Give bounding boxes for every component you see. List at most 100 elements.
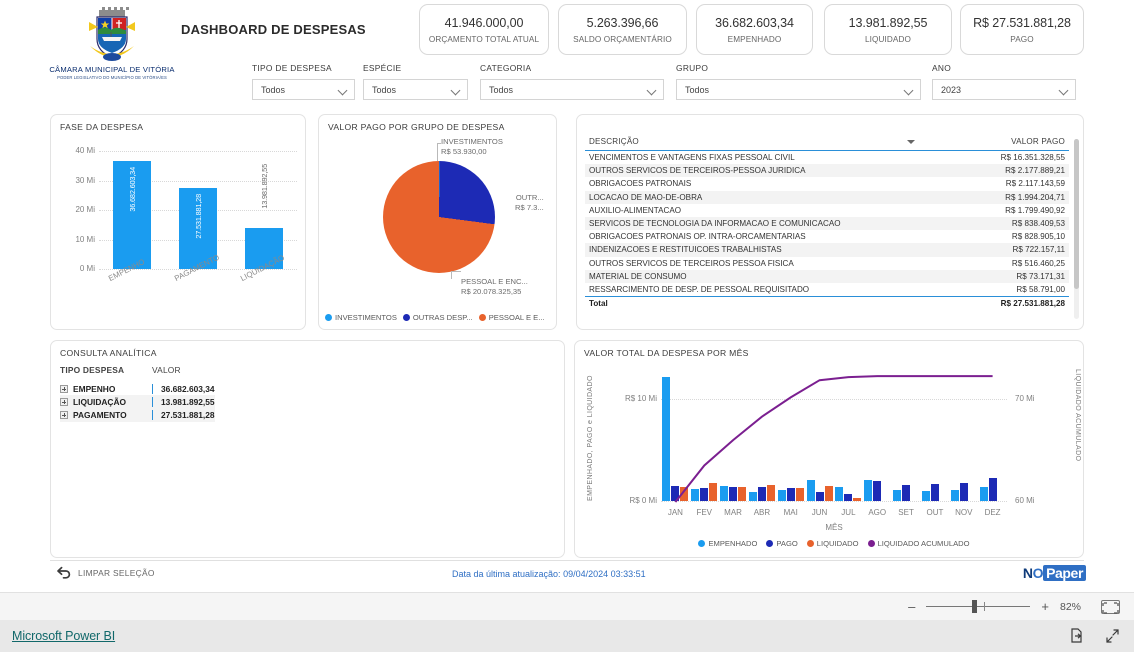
powerbi-taskbar: Microsoft Power BI (0, 620, 1134, 652)
cell-valor-pago: R$ 16.351.328,55 (1000, 153, 1065, 163)
table-row[interactable]: OUTROS SERVICOS DE TERCEIROS-PESSOA JURI… (585, 164, 1069, 178)
slicer-dropdown[interactable]: 2023 (932, 79, 1076, 100)
legend-color-dot (766, 540, 774, 547)
legend-item[interactable]: EMPENHADO (698, 539, 757, 548)
legend-item[interactable]: PESSOAL E E... (478, 313, 545, 322)
expand-plus-icon[interactable] (60, 397, 68, 406)
monthly-chart-plot: EMPENHADO, PAGO e LIQUIDADO LIQUIDADO ACU… (575, 357, 1085, 559)
table-row[interactable]: RESSARCIMENTO DE DESP. DE PESSOAL REQUIS… (585, 283, 1069, 296)
pie-slices[interactable] (383, 161, 495, 273)
kpi-label: SALDO ORÇAMENTÁRIO (573, 34, 672, 44)
pie-leader-line (451, 271, 461, 279)
legend-item[interactable]: LIQUIDADO (806, 539, 859, 548)
legend-item[interactable]: LIQUIDADO ACUMULADO (867, 539, 970, 548)
legend-item[interactable]: OUTRAS DESP... (402, 313, 473, 322)
chevron-down-icon (905, 86, 913, 94)
visual-fase-da-despesa[interactable]: FASE DA DESPESA 0 Mi 10 Mi 20 Mi 30 Mi 40 Mi… (50, 114, 306, 330)
matrix-row[interactable]: EMPENHO 36.682.603,34 (60, 382, 215, 395)
column-header-tipo-despesa[interactable]: TIPO DESPESA (60, 365, 152, 375)
table-scrollbar[interactable] (1074, 139, 1079, 319)
matrix-tipo-label: PAGAMENTO (73, 409, 127, 420)
clear-selection-button[interactable]: LIMPAR SELEÇÃO (56, 566, 155, 580)
kpi-value: R$ 27.531.881,28 (973, 15, 1071, 30)
expand-plus-icon[interactable] (60, 410, 68, 419)
table-scrollbar-thumb[interactable] (1074, 139, 1079, 289)
nopaper-logo: NO Paper (1023, 565, 1086, 581)
slicer-value: Todos (489, 84, 514, 95)
table-row[interactable]: MATERIAL DE CONSUMO R$ 73.171,31 (585, 269, 1069, 283)
table-header-row: DESCRIÇÃO VALOR PAGO (585, 137, 1069, 151)
zoom-slider-handle[interactable] (972, 600, 978, 613)
legend-item[interactable]: INVESTIMENTOS (325, 313, 397, 322)
microsoft-power-bi-link[interactable]: Microsoft Power BI (12, 629, 115, 643)
table-row[interactable]: LOCACAO DE MAO-DE-OBRA R$ 1.994.204,71 (585, 190, 1069, 204)
visual-despesas-table[interactable]: DESCRIÇÃO VALOR PAGO VENCIMENTOS E VANTA… (576, 114, 1084, 330)
report-canvas: CÂMARA MUNICIPAL DE VITÓRIA PODER LEGISL… (0, 0, 1134, 592)
cell-valor-pago: R$ 828.905,10 (1011, 232, 1065, 242)
pie-callout-outras: OUTR... R$ 7.3... (515, 193, 544, 214)
zoom-slider[interactable] (926, 600, 1031, 613)
y-axis-tick-label: 30 Mi (75, 175, 95, 185)
legend-label: EMPENHADO (708, 539, 758, 548)
table-row[interactable]: OBRIGACOES PATRONAIS R$ 2.117.143,59 (585, 177, 1069, 190)
table-row[interactable]: OBRIGACOES PATRONAIS OP. INTRA-ORCAMENTA… (585, 230, 1069, 243)
column-header-valor[interactable]: VALOR (152, 365, 181, 375)
visual-title: CONSULTA ANALÍTICA (60, 348, 157, 358)
coat-of-arms-icon (89, 7, 135, 61)
legend-color-dot (698, 540, 706, 547)
visual-consulta-analitica[interactable]: CONSULTA ANALÍTICA TIPO DESPESA VALOR EM… (50, 340, 565, 558)
zoom-level-label: 82% (1060, 600, 1082, 613)
matrix-cell-valor: 36.682.603,34 (152, 383, 215, 394)
matrix-row[interactable]: PAGAMENTO 27.531.881,28 (60, 408, 215, 422)
share-icon[interactable] (1070, 628, 1085, 644)
fit-to-page-button[interactable] (1101, 599, 1120, 614)
cell-descricao: RESSARCIMENTO DE DESP. DE PESSOAL REQUIS… (589, 284, 810, 294)
slicer-tipo-de-despesa: TIPO DE DESPESA Todos (252, 63, 355, 100)
slicer-label: TIPO DE DESPESA (252, 63, 332, 73)
matrix-body: EMPENHO 36.682.603,34 LIQUIDAÇÃO 13.981.892… (60, 382, 215, 422)
column-header-valor-pago[interactable]: VALOR PAGO (1011, 137, 1065, 146)
pie-legend: INVESTIMENTOS OUTRAS DESP... PESSOAL E E..… (325, 313, 545, 322)
legend-label: INVESTIMENTOS (335, 313, 397, 322)
slicer-dropdown[interactable]: Todos (480, 79, 664, 100)
table-row[interactable]: OUTROS SERVICOS DE TERCEIROS PESSOA FISI… (585, 257, 1069, 270)
table-total-row: Total R$ 27.531.881,28 (585, 296, 1069, 310)
bar-data-label: 36.682.603,34 (128, 166, 137, 212)
sort-descending-icon[interactable] (907, 139, 916, 144)
slicer-value: Todos (261, 84, 286, 95)
fullscreen-icon[interactable] (1105, 628, 1120, 644)
y-axis-tick-label: 40 Mi (75, 146, 95, 155)
slicer-dropdown[interactable]: Todos (676, 79, 921, 100)
slicer-dropdown[interactable]: Todos (252, 79, 355, 100)
table-row[interactable]: SERVICOS DE TECNOLOGIA DA INFORMACAO E C… (585, 216, 1069, 231)
expand-plus-icon[interactable] (60, 384, 68, 393)
cell-descricao: OUTROS SERVICOS DE TERCEIROS PESSOA FISI… (589, 258, 794, 268)
slicer-dropdown[interactable]: Todos (363, 79, 468, 100)
table-row[interactable]: INDENIZACOES E RESTITUICOES TRABALHISTAS… (585, 243, 1069, 257)
pie-chart-plot: INVESTIMENTOS R$ 53.930,00 OUTR... R$ 7.3..… (319, 131, 558, 331)
slicer-value: Todos (372, 84, 397, 95)
chevron-down-icon (339, 86, 347, 94)
kpi-value: 5.263.396,66 (586, 15, 659, 30)
pie-callout-name: INVESTIMENTOS (441, 137, 503, 146)
zoom-out-button[interactable]: – (908, 599, 915, 614)
visual-valor-pago-por-grupo[interactable]: VALOR PAGO POR GRUPO DE DESPESA INVESTIM… (318, 114, 557, 330)
kpi-label: EMPENHADO (727, 34, 782, 44)
chevron-down-icon (452, 86, 460, 94)
legend-item[interactable]: PAGO (766, 539, 798, 548)
organization-logo-block: CÂMARA MUNICIPAL DE VITÓRIA PODER LEGISL… (44, 2, 180, 80)
cell-valor-pago: R$ 2.177.889,21 (1005, 166, 1065, 176)
organization-name: CÂMARA MUNICIPAL DE VITÓRIA (49, 65, 175, 74)
matrix-row[interactable]: LIQUIDAÇÃO 13.981.892,55 (60, 395, 215, 409)
kpi-value: 41.946.000,00 (444, 15, 524, 30)
slicer-value: 2023 (941, 84, 962, 95)
visual-valor-total-por-mes[interactable]: VALOR TOTAL DA DESPESA POR MÊS EMPENHADO… (574, 340, 1084, 558)
table-row[interactable]: VENCIMENTOS E VANTAGENS FIXAS PESSOAL CI… (585, 151, 1069, 164)
table-row[interactable]: AUXILIO-ALIMENTACAO R$ 1.799.490,92 (585, 204, 1069, 217)
clear-selection-label: LIMPAR SELEÇÃO (78, 568, 155, 578)
pie-callout-investimentos: INVESTIMENTOS R$ 53.930,00 (441, 137, 503, 158)
zoom-in-button[interactable]: + (1041, 599, 1049, 614)
column-header-descricao[interactable]: DESCRIÇÃO (589, 137, 639, 146)
matrix-header-row: TIPO DESPESA VALOR (60, 365, 215, 382)
legend-color-dot (325, 314, 332, 321)
